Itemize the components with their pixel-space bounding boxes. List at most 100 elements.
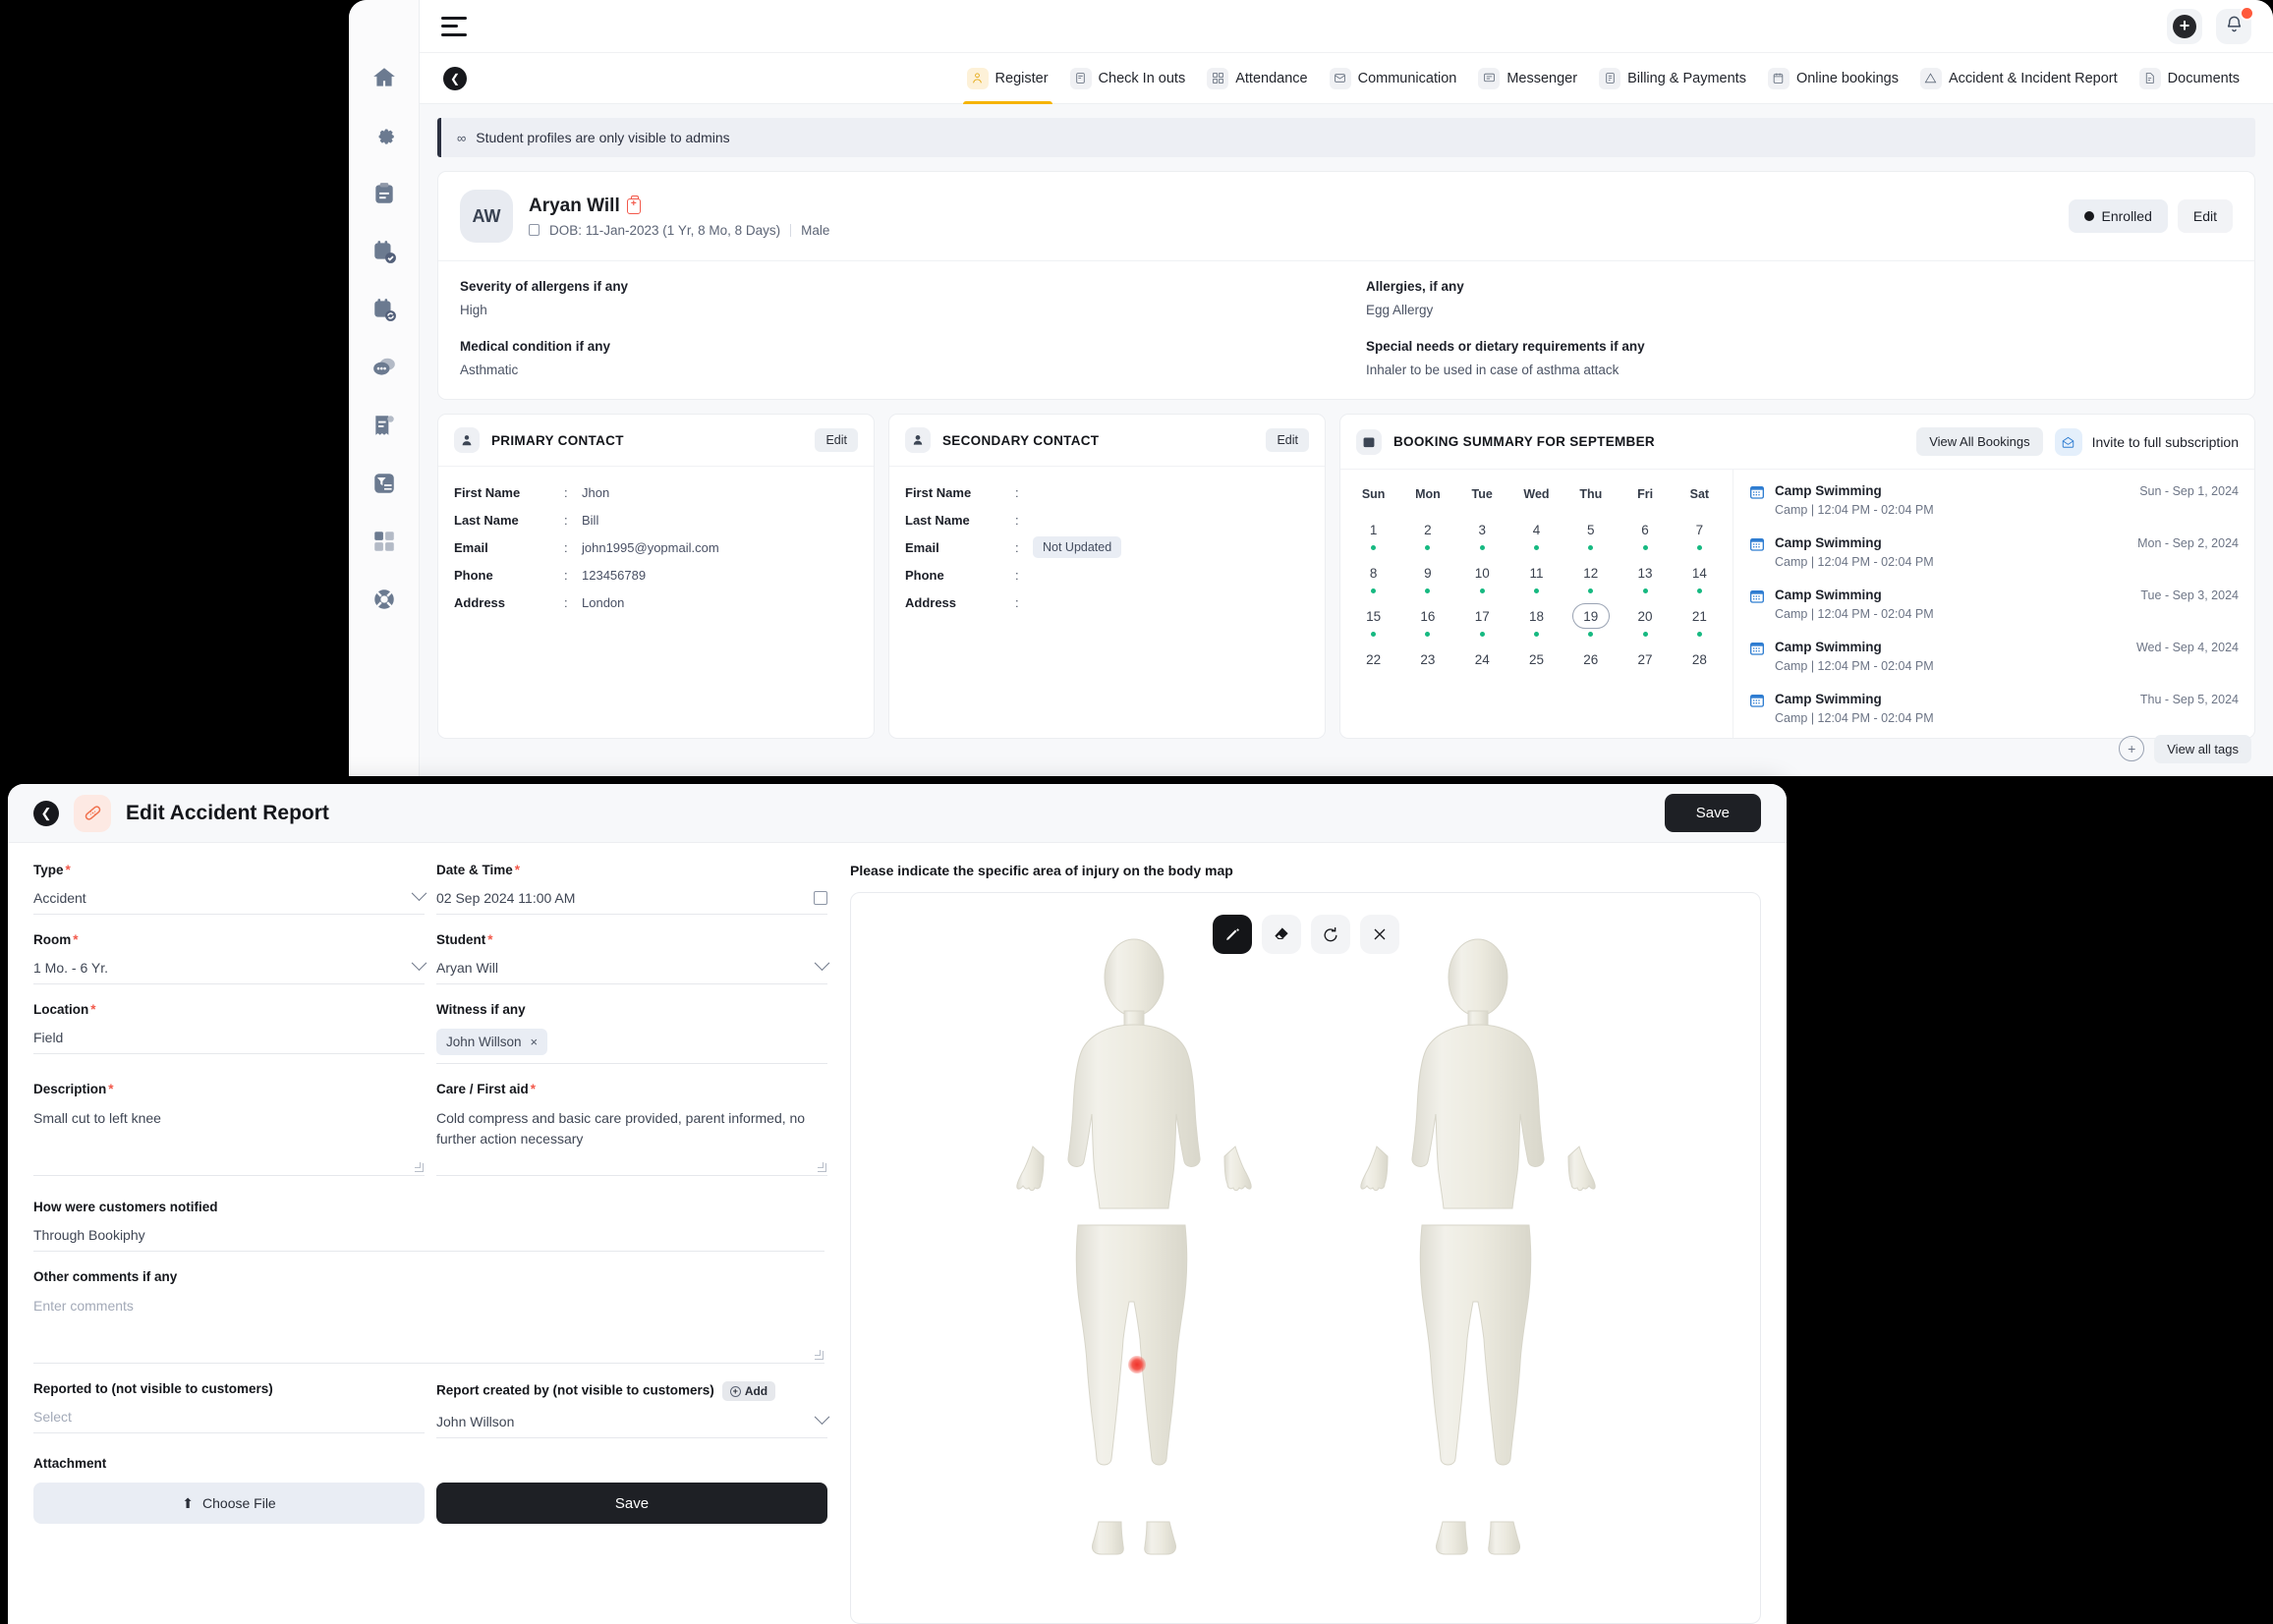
witness-input[interactable]: John Willson× (436, 1029, 827, 1064)
invite-subscription-button[interactable]: Invite to full subscription (2055, 428, 2239, 456)
calendar-day[interactable]: 10 (1455, 554, 1509, 597)
tab-label: Online bookings (1796, 71, 1899, 86)
type-select[interactable]: Accident (33, 889, 425, 915)
calendar-day[interactable]: 5 (1563, 511, 1618, 554)
calendar-day[interactable]: 17 (1455, 597, 1509, 641)
add-button[interactable]: + (2167, 9, 2202, 44)
tab-documents[interactable]: Documents (2130, 53, 2249, 104)
calendar-day[interactable]: 26 (1563, 641, 1618, 684)
edit-primary-contact-button[interactable]: Edit (815, 428, 858, 452)
calendar-day[interactable]: 3 (1455, 511, 1509, 554)
calendar-day[interactable]: 14 (1673, 554, 1727, 597)
form-grid: Type* Accident Date & Time* 02 Sep 2024 … (33, 863, 824, 1194)
body-map-canvas[interactable] (850, 892, 1761, 1624)
calendar-sync-icon[interactable] (368, 293, 401, 326)
body-back[interactable] (1335, 938, 1620, 1592)
add-creator-button[interactable]: +Add (722, 1381, 775, 1401)
calendar-icon[interactable] (814, 891, 827, 905)
grid-icon[interactable] (368, 525, 401, 558)
calendar-day[interactable]: 21 (1673, 597, 1727, 641)
calendar-day[interactable]: 25 (1509, 641, 1563, 684)
body-front[interactable] (992, 938, 1277, 1592)
status-badge[interactable]: Enrolled (2069, 199, 2168, 233)
tab-online-bookings[interactable]: Online bookings (1758, 53, 1908, 104)
pen-icon[interactable] (1213, 915, 1252, 954)
calendar-check-icon[interactable] (368, 235, 401, 268)
booking-list-item[interactable]: Camp SwimmingCamp | 12:04 PM - 02:04 PMT… (1733, 578, 2254, 630)
eraser-icon[interactable] (1262, 915, 1301, 954)
calendar-day[interactable]: 23 (1400, 641, 1454, 684)
witness-chip[interactable]: John Willson× (436, 1029, 547, 1055)
location-input[interactable]: Field (33, 1029, 425, 1054)
lifebuoy-icon[interactable] (368, 583, 401, 616)
calendar-day[interactable]: 7 (1673, 511, 1727, 554)
care-textarea[interactable]: Cold compress and basic care provided, p… (436, 1108, 827, 1176)
calendar-day[interactable]: 12 (1563, 554, 1618, 597)
resize-handle[interactable] (415, 1163, 424, 1172)
calendar-day[interactable]: 16 (1400, 597, 1454, 641)
modal-back-button[interactable]: ❮ (33, 801, 59, 826)
reported-to-select[interactable]: Select (33, 1408, 425, 1433)
tab-accident-incident-report[interactable]: Accident & Incident Report (1910, 53, 2128, 104)
choose-file-button[interactable]: ⬆ Choose File (33, 1483, 425, 1524)
calendar-day[interactable]: 24 (1455, 641, 1509, 684)
date-time-input[interactable]: 02 Sep 2024 11:00 AM (436, 889, 827, 915)
home-icon[interactable] (368, 61, 401, 94)
calendar-day[interactable]: 28 (1673, 641, 1727, 684)
description-textarea[interactable]: Small cut to left knee (33, 1108, 425, 1176)
back-button[interactable]: ❮ (443, 67, 467, 90)
calendar-day[interactable]: 27 (1618, 641, 1672, 684)
hamburger-icon[interactable] (441, 17, 467, 36)
calendar-day[interactable]: 9 (1400, 554, 1454, 597)
notice-text: Student profiles are only visible to adm… (476, 130, 729, 145)
calendar-day-number: 7 (1680, 517, 1718, 542)
created-by-select[interactable]: John Willson (436, 1413, 827, 1438)
resize-handle[interactable] (818, 1163, 826, 1172)
calendar-day[interactable]: 18 (1509, 597, 1563, 641)
booking-list-item[interactable]: Camp SwimmingCamp | 12:04 PM - 02:04 PMW… (1733, 630, 2254, 682)
undo-icon[interactable] (1311, 915, 1350, 954)
tab-attendance[interactable]: Attendance (1197, 53, 1317, 104)
receipt-icon[interactable] (368, 409, 401, 442)
tab-register[interactable]: Register (957, 53, 1058, 104)
plus-circle-icon[interactable]: + (2119, 736, 2144, 761)
tab-messenger[interactable]: Messenger (1468, 53, 1587, 104)
student-select[interactable]: Aryan Will (436, 959, 827, 984)
clear-icon[interactable] (1360, 915, 1399, 954)
notified-input[interactable]: Through Bookiphy (33, 1226, 824, 1252)
filter-doc-icon[interactable] (368, 467, 401, 500)
calendar-day[interactable]: 15 (1346, 597, 1400, 641)
calendar-day[interactable]: 1 (1346, 511, 1400, 554)
calendar-day[interactable]: 4 (1509, 511, 1563, 554)
resize-handle[interactable] (815, 1351, 824, 1360)
calendar-day[interactable]: 20 (1618, 597, 1672, 641)
calendar-day[interactable]: 11 (1509, 554, 1563, 597)
modal-save-button[interactable]: Save (1665, 794, 1761, 832)
calendar-day[interactable]: 22 (1346, 641, 1400, 684)
remove-chip-icon[interactable]: × (531, 1035, 539, 1049)
clipboard-icon[interactable] (368, 177, 401, 210)
form-save-button[interactable]: Save (436, 1483, 827, 1524)
edit-secondary-contact-button[interactable]: Edit (1266, 428, 1309, 452)
edit-student-button[interactable]: Edit (2178, 199, 2233, 233)
primary-contact-body: First Name:Jhon Last Name:Bill Email:joh… (438, 467, 874, 632)
comments-textarea[interactable]: Enter comments (33, 1296, 824, 1364)
calendar-day[interactable]: 8 (1346, 554, 1400, 597)
view-all-bookings-button[interactable]: View All Bookings (1916, 427, 2042, 456)
view-all-tags-button[interactable]: View all tags (2154, 735, 2251, 763)
calendar-day[interactable]: 2 (1400, 511, 1454, 554)
calendar-day[interactable]: 6 (1618, 511, 1672, 554)
room-select[interactable]: 1 Mo. - 6 Yr. (33, 959, 425, 984)
field-created-by: Report created by (not visible to custom… (436, 1381, 827, 1444)
booking-list-item[interactable]: Camp SwimmingCamp | 12:04 PM - 02:04 PMM… (1733, 526, 2254, 578)
gear-icon[interactable] (368, 119, 401, 152)
calendar-day[interactable]: 13 (1618, 554, 1672, 597)
calendar-day[interactable]: 19 (1563, 597, 1618, 641)
chat-bubble-icon[interactable] (368, 351, 401, 384)
tab-communication[interactable]: Communication (1320, 53, 1467, 104)
tab-billing-payments[interactable]: Billing & Payments (1589, 53, 1756, 104)
notifications-button[interactable] (2216, 9, 2251, 44)
tab-check-in-outs[interactable]: Check In outs (1060, 53, 1196, 104)
booking-list-item[interactable]: Camp SwimmingCamp | 12:04 PM - 02:04 PMS… (1733, 474, 2254, 526)
calendar-dow: Sun (1346, 479, 1400, 511)
